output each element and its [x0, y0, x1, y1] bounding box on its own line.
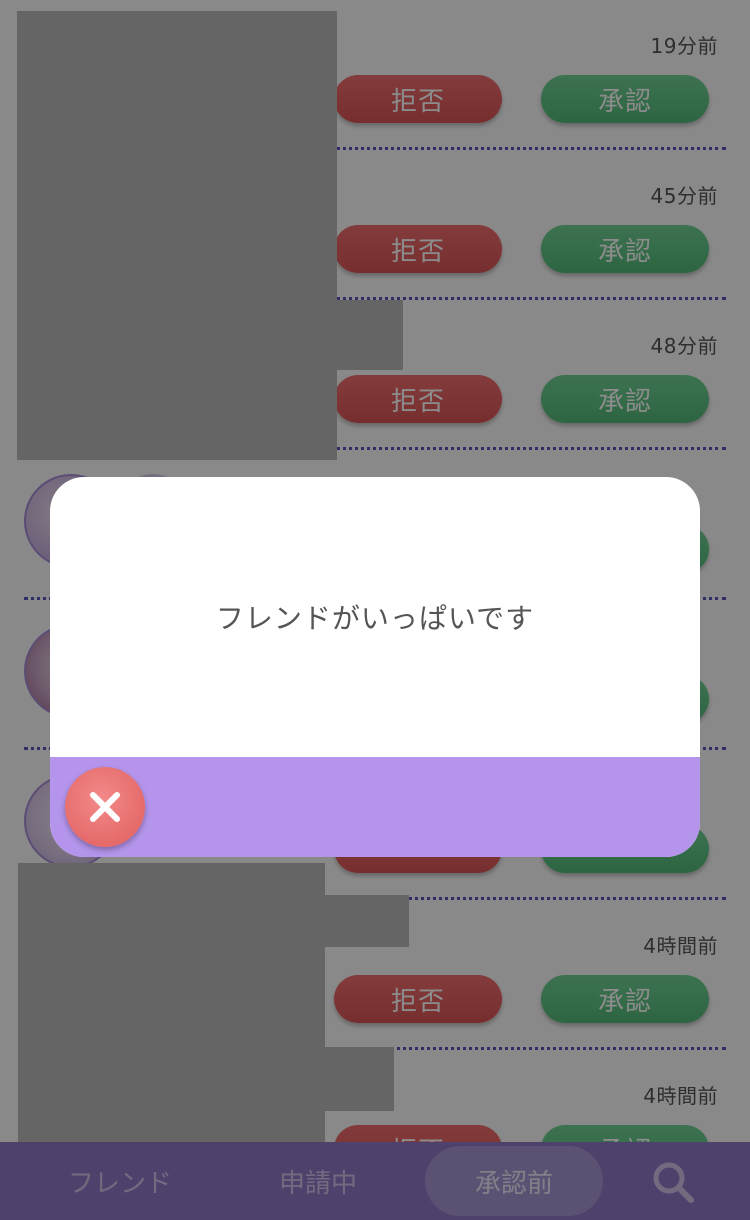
alert-dialog: フレンドがいっぱいです: [50, 477, 700, 857]
close-icon: [90, 792, 120, 822]
close-button[interactable]: [65, 767, 145, 847]
dialog-message: フレンドがいっぱいです: [215, 602, 535, 635]
dialog-footer: [50, 757, 700, 857]
